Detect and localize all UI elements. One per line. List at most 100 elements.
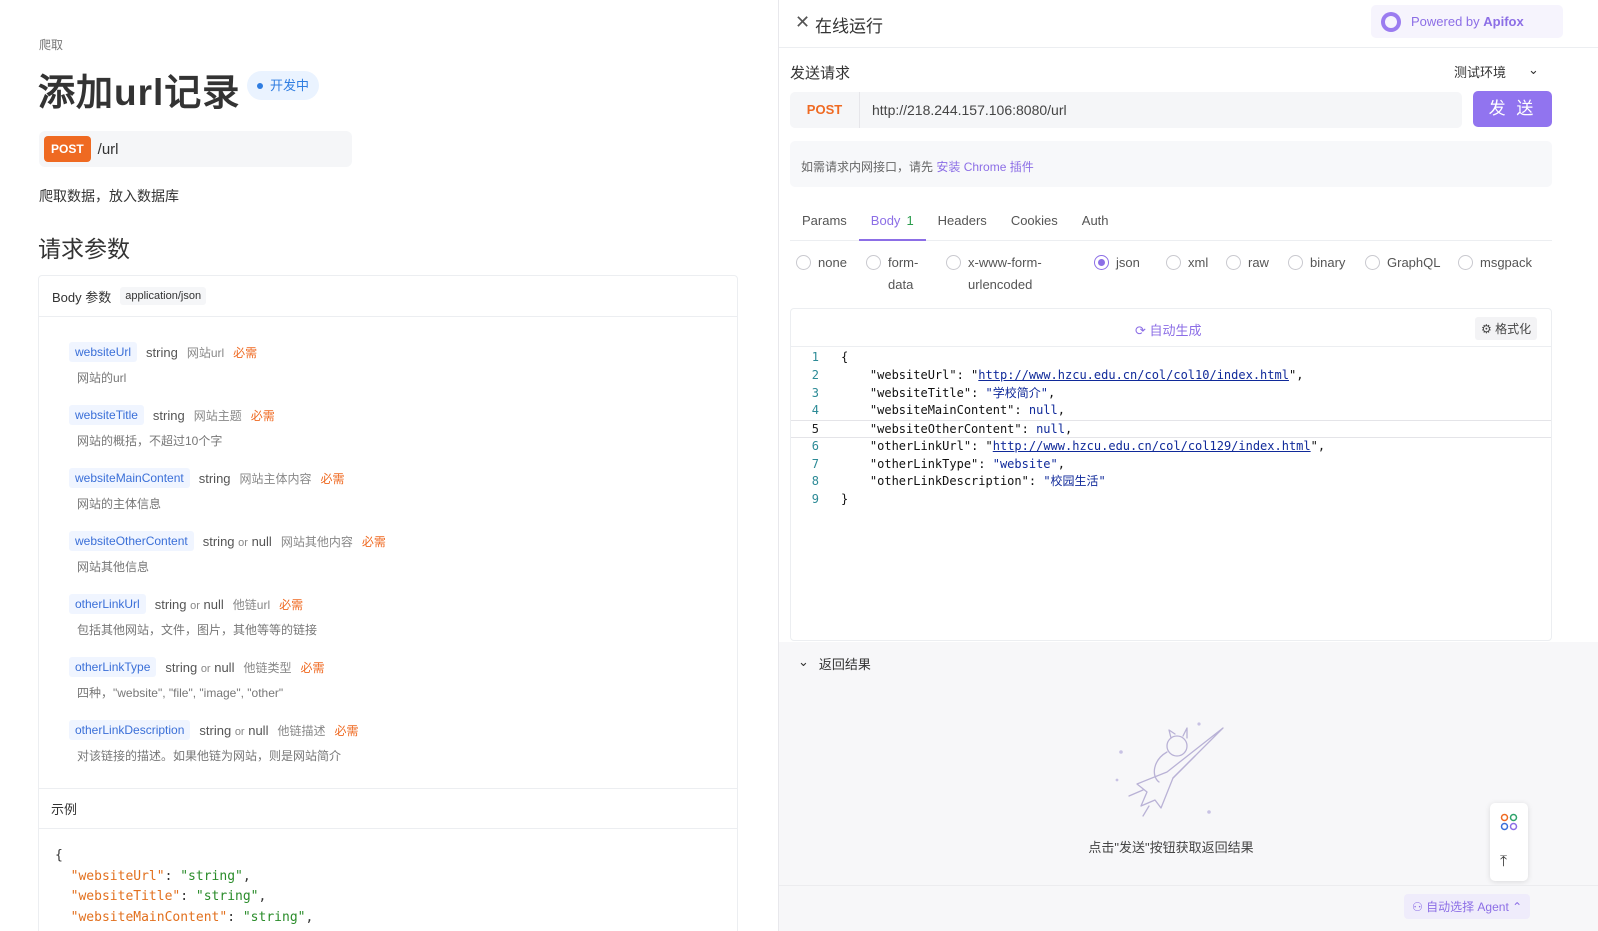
line-number: 6 — [811, 438, 819, 453]
code-post: ", — [1310, 438, 1326, 453]
line-text: "websiteUrl": "http://www.hzcu.edu.cn/co… — [821, 367, 1304, 385]
param-or: or — [190, 599, 200, 612]
radio-label: json — [1116, 252, 1140, 274]
line-number: 8 — [811, 474, 819, 489]
body-type-xml[interactable]: xml — [1166, 252, 1208, 274]
format-button[interactable]: ⚙ 格式化 — [1475, 317, 1538, 340]
body-params-header: Body 参数 application/json — [39, 276, 737, 317]
radio-label-line: form- — [888, 255, 919, 270]
line-text: "websiteOtherContent": null, — [821, 421, 1072, 437]
breadcrumb[interactable]: 爬取 — [39, 36, 63, 53]
body-type-raw[interactable]: raw — [1226, 252, 1269, 274]
json-code[interactable]: 1{2 "websiteUrl": "http://www.hzcu.edu.c… — [791, 349, 1551, 509]
radio-label: msgpack — [1480, 252, 1532, 274]
environment-select[interactable]: 测试环境 ⌄ — [1454, 62, 1539, 81]
body-type-binary[interactable]: binary — [1288, 252, 1345, 274]
body-type-x-www-form-urlencoded[interactable]: x-www-form-urlencoded — [946, 252, 1042, 296]
param-type: string or null — [203, 534, 272, 549]
request-bar: POST http://218.244.157.106:8080/url — [790, 92, 1462, 128]
param-short-desc: 网站url — [186, 345, 225, 360]
agent-select[interactable]: ⚇ 自动选择 Agent ⌃ — [1404, 894, 1531, 919]
line-text: { — [821, 349, 848, 367]
request-method[interactable]: POST — [790, 92, 860, 128]
param-type-value: string — [198, 470, 231, 486]
endpoint-path: /url — [97, 140, 119, 158]
chevron-down-icon: ⌄ — [1528, 62, 1539, 77]
send-button[interactable]: 发 送 — [1473, 91, 1552, 127]
tab-auth[interactable]: Auth — [1070, 203, 1121, 241]
close-icon[interactable]: ✕ — [795, 13, 811, 31]
autogen-label: 自动生成 — [1149, 323, 1202, 338]
param-or-null: null — [214, 659, 235, 675]
body-type-form-data[interactable]: form-data — [866, 252, 918, 296]
code-line: 6 "otherLinkUrl": "http://www.hzcu.edu.c… — [791, 438, 1551, 456]
tab-label: Body — [870, 213, 901, 228]
line-number: 2 — [811, 367, 819, 382]
param-or-null: null — [203, 596, 224, 612]
param-name[interactable]: otherLinkDescription — [69, 720, 191, 740]
status-dot-icon — [257, 82, 263, 89]
param-name[interactable]: otherLinkType — [69, 657, 157, 677]
code-mid: : — [978, 456, 993, 471]
param-name[interactable]: websiteOtherContent — [69, 531, 194, 551]
code-mid: : " — [956, 367, 979, 382]
param-row: otherLinkType string or null 他链类型 必需 — [69, 655, 386, 679]
radio-label: xml — [1188, 252, 1208, 274]
param-row: websiteTitle string 网站主题 必需 — [69, 403, 386, 427]
param-name[interactable]: websiteTitle — [69, 405, 144, 425]
panel-header: ✕ 在线运行 Powered by Apifox — [779, 0, 1598, 48]
tab-body[interactable]: Body 1 — [858, 203, 926, 241]
param-name[interactable]: websiteUrl — [69, 342, 138, 362]
status-label: 开发中 — [270, 78, 310, 93]
status-badge[interactable]: 开发中 — [247, 71, 320, 100]
param-description: 网站的url — [77, 371, 127, 385]
radio-circle — [1166, 255, 1181, 270]
request-url-input[interactable]: http://218.244.157.106:8080/url — [860, 102, 1067, 118]
install-chrome-plugin-link[interactable]: 安装 Chrome 插件 — [936, 160, 1033, 174]
powered-by-apifox[interactable]: Powered by Apifox — [1371, 5, 1563, 38]
code-key: "otherLinkType" — [869, 456, 979, 471]
body-type-none[interactable]: none — [796, 252, 847, 274]
example-key: "websiteMainContent" — [70, 909, 228, 925]
endpoint[interactable]: POST /url — [39, 131, 352, 167]
agent-label: 自动选择 Agent — [1426, 900, 1509, 914]
format-label: 格式化 — [1495, 322, 1532, 336]
code-key: "websiteUrl" — [869, 367, 957, 382]
code-line: 5 "websiteOtherContent": null, — [791, 420, 1551, 438]
param-short-desc: 网站主题 — [193, 408, 242, 423]
result-hint: 点击"发送"按钮获取返回结果 — [1088, 840, 1254, 855]
param-item: otherLinkDescription string or null 他链描述 必需… — [69, 718, 386, 781]
code-line: 7 "otherLinkType": "website", — [791, 456, 1551, 474]
body-type-graphql[interactable]: GraphQL — [1365, 252, 1440, 274]
param-or-null: null — [251, 533, 272, 549]
code-value: http://www.hzcu.edu.cn/col/col10/index.h… — [978, 367, 1289, 382]
body-type-msgpack[interactable]: msgpack — [1458, 252, 1532, 274]
line-text: "otherLinkUrl": "http://www.hzcu.edu.cn/… — [821, 438, 1325, 456]
param-type: string or null — [165, 660, 234, 675]
tab-cookies[interactable]: Cookies — [999, 203, 1070, 241]
body-type-json[interactable]: json — [1094, 252, 1140, 274]
param-type-value: string — [199, 722, 232, 738]
back-to-top-icon[interactable]: ⤒ — [1500, 853, 1507, 871]
line-number: 3 — [811, 385, 819, 400]
body-editor[interactable]: ⟳ 自动生成 ⚙ 格式化 1{2 "websiteUrl": "http://w… — [790, 308, 1552, 641]
example-line: "websiteTitle": "string", — [70, 889, 267, 904]
tab-headers[interactable]: Headers — [926, 203, 999, 241]
result-toggle[interactable]: ⌄ 返回结果 — [798, 654, 871, 673]
tab-params[interactable]: Params — [790, 203, 859, 241]
tab-count: 1 — [906, 213, 914, 228]
environment-value: 测试环境 — [1454, 65, 1507, 80]
radio-label-line: none — [818, 255, 847, 270]
method-badge: POST — [44, 136, 91, 162]
radio-label-line: GraphQL — [1387, 255, 1441, 270]
param-name[interactable]: otherLinkUrl — [69, 594, 146, 614]
result-section: ⌄ 返回结果 点击"发送"按钮获取返回结果 — [779, 642, 1598, 885]
floating-toolbar: ⤒ — [1490, 803, 1528, 881]
example-brace: { — [55, 848, 63, 863]
apps-grid-icon[interactable] — [1500, 813, 1518, 831]
code-line: 8 "otherLinkDescription": "校园生活" — [791, 473, 1551, 491]
online-run-panel: ✕ 在线运行 Powered by Apifox 发送请求 测试环境 ⌄ POS… — [778, 0, 1598, 931]
autogen-button[interactable]: ⟳ 自动生成 — [1135, 320, 1202, 339]
param-name[interactable]: websiteMainContent — [69, 468, 190, 488]
radio-label-line: urlencoded — [968, 277, 1033, 292]
